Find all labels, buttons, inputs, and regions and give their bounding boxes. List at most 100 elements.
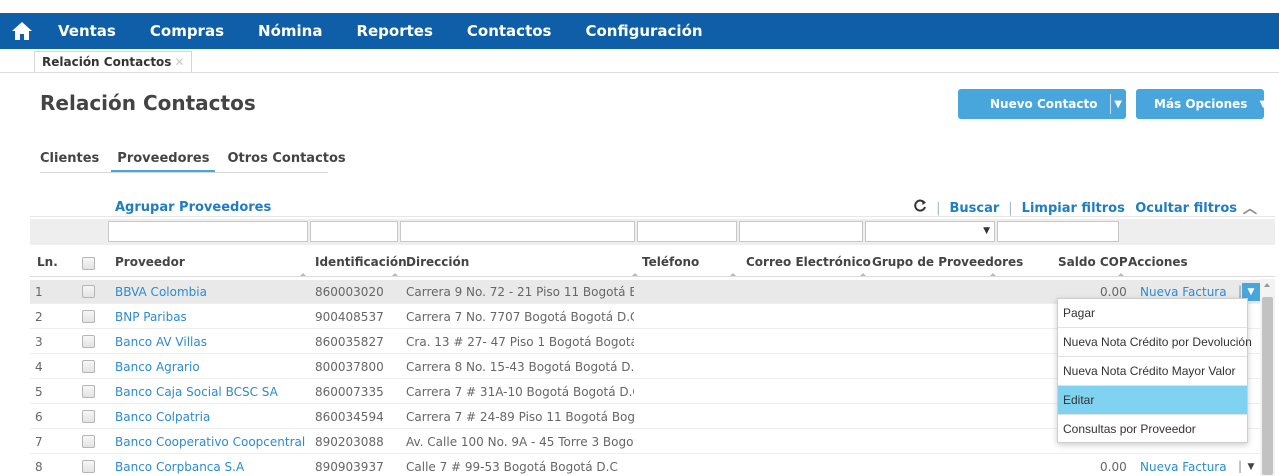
menu-item-consultas-proveedor[interactable]: Consultas por Proveedor — [1058, 415, 1247, 444]
menu-item-pagar[interactable]: Pagar — [1058, 299, 1247, 328]
hide-filters-link[interactable]: Ocultar filtros — [1135, 201, 1237, 216]
col-saldo[interactable]: Saldo COP — [1058, 255, 1128, 269]
chevron-down-icon[interactable]: ▼ — [1110, 99, 1126, 110]
row-id: 890203088 — [315, 435, 384, 449]
row-proveedor-link[interactable]: BNP Paribas — [115, 310, 187, 324]
page-tab[interactable]: Relación Contactos ✕ — [34, 51, 192, 73]
toolbar-divider — [30, 216, 1275, 217]
row-direccion: Av. Calle 100 No. 9A - 45 Torre 3 Bogotá… — [406, 435, 634, 449]
row-saldo: 0.00 — [1100, 285, 1127, 299]
row-id: 900408537 — [315, 310, 384, 324]
search-link[interactable]: Buscar — [949, 201, 999, 216]
select-all-checkbox[interactable] — [82, 257, 95, 270]
row-new-invoice-link[interactable]: Nueva Factura — [1140, 285, 1227, 299]
filter-saldo[interactable] — [997, 221, 1119, 242]
row-proveedor-link[interactable]: Banco Cooperativo Coopcentral — [115, 435, 305, 449]
menu-item-nota-credito-devolucion[interactable]: Nueva Nota Crédito por Devolución — [1058, 328, 1252, 357]
row-id: 860003020 — [315, 285, 384, 299]
row-direccion: Carrera 7 # 31A-10 Bogotá Bogotá D.C — [406, 385, 634, 399]
new-contact-button[interactable]: Nuevo Contacto ▼ — [958, 89, 1126, 119]
filter-grupo-select[interactable]: ▼ — [865, 221, 995, 242]
menu-item-editar[interactable]: Editar — [1058, 386, 1247, 415]
filter-correo[interactable] — [739, 221, 863, 242]
row-checkbox[interactable] — [82, 360, 95, 373]
more-options-button[interactable]: Más Opciones ▼ — [1136, 89, 1267, 119]
row-checkbox[interactable] — [82, 310, 95, 323]
table-row[interactable]: 8 Banco Corpbanca S.A 890903937 Calle 7 … — [30, 455, 1260, 476]
page-tab-label: Relación Contactos — [42, 55, 172, 69]
tab-otros-contactos[interactable]: Otros Contactos — [227, 151, 351, 172]
filter-proveedor[interactable] — [108, 221, 308, 242]
home-icon[interactable] — [0, 13, 44, 49]
row-proveedor-link[interactable]: Banco Colpatria — [115, 410, 210, 424]
row-id: 890903937 — [315, 460, 384, 474]
col-proveedor[interactable]: Proveedor — [115, 255, 185, 269]
row-checkbox[interactable] — [82, 410, 95, 423]
tab-proveedores[interactable]: Proveedores — [111, 151, 216, 172]
section-tabs-divider — [40, 172, 328, 173]
col-acciones: Acciones — [1128, 255, 1188, 269]
chevron-down-icon[interactable]: ▼ — [1259, 99, 1267, 110]
col-ln[interactable]: Ln. — [37, 255, 58, 269]
col-grupo[interactable]: Grupo de Proveedores — [872, 255, 1023, 269]
filter-direccion[interactable] — [400, 221, 635, 242]
row-id: 860034594 — [315, 410, 384, 424]
row-direccion: Carrera 7 # 24-89 Piso 11 Bogotá Bogotá.… — [406, 410, 634, 424]
header-divider — [30, 276, 1275, 277]
row-checkbox[interactable] — [82, 335, 95, 348]
nav-ventas[interactable]: Ventas — [58, 22, 116, 40]
refresh-icon[interactable] — [913, 199, 927, 217]
col-telefono[interactable]: Teléfono — [642, 255, 699, 269]
row-direccion: Carrera 8 No. 15-43 Bogotá Bogotá D.C — [406, 360, 634, 374]
row-id: 860035827 — [315, 335, 384, 349]
row-direccion: Cra. 13 # 27- 47 Piso 1 Bogotá Bogotá D.… — [406, 335, 634, 349]
chevron-up-icon[interactable]: ︿ — [1243, 198, 1257, 218]
nav-configuracion[interactable]: Configuración — [585, 22, 702, 40]
row-direccion: Carrera 9 No. 72 - 21 Piso 11 Bogotá Bog… — [406, 285, 634, 299]
row-ln: 2 — [35, 310, 43, 324]
scroll-up-icon[interactable] — [1264, 283, 1270, 287]
nav-compras[interactable]: Compras — [150, 22, 224, 40]
menu-item-nota-credito-mayor-valor[interactable]: Nueva Nota Crédito Mayor Valor — [1058, 357, 1247, 386]
more-options-label: Más Opciones — [1154, 97, 1248, 111]
clear-filters-link[interactable]: Limpiar filtros — [1022, 201, 1125, 216]
filter-telefono[interactable] — [637, 221, 737, 242]
row-checkbox[interactable] — [82, 285, 95, 298]
toolbar-separator: | — [1008, 200, 1013, 216]
nav-contactos[interactable]: Contactos — [467, 22, 552, 40]
row-saldo: 0.00 — [1100, 460, 1127, 474]
chevron-down-icon[interactable]: ▼ — [1242, 458, 1260, 476]
nav-reportes[interactable]: Reportes — [356, 22, 432, 40]
row-checkbox[interactable] — [82, 435, 95, 448]
row-proveedor-link[interactable]: BBVA Colombia — [115, 285, 207, 299]
col-direccion[interactable]: Dirección — [406, 255, 469, 269]
row-ln: 8 — [35, 460, 43, 474]
row-checkbox[interactable] — [82, 460, 95, 473]
row-checkbox[interactable] — [82, 385, 95, 398]
row-proveedor-link[interactable]: Banco Corpbanca S.A — [115, 460, 244, 474]
tab-clientes[interactable]: Clientes — [40, 151, 105, 172]
filter-row: ▼ — [30, 219, 1275, 245]
row-proveedor-link[interactable]: Banco Caja Social BCSC SA — [115, 385, 278, 399]
row-proveedor-link[interactable]: Banco AV Villas — [115, 335, 207, 349]
row-ln: 4 — [35, 360, 43, 374]
section-tabs: Clientes Proveedores Otros Contactos — [40, 151, 364, 172]
toolbar-separator: | — [936, 200, 941, 216]
close-icon[interactable]: ✕ — [174, 55, 184, 73]
row-ln: 6 — [35, 410, 43, 424]
nav-nomina[interactable]: Nómina — [258, 22, 322, 40]
group-providers-link[interactable]: Agrupar Proveedores — [115, 200, 271, 215]
row-proveedor-link[interactable]: Banco Agrario — [115, 360, 200, 374]
top-nav: Ventas Compras Nómina Reportes Contactos… — [0, 13, 1279, 49]
filter-identificacion[interactable] — [310, 221, 398, 242]
scroll-thumb[interactable] — [1262, 297, 1273, 475]
tab-divider — [0, 72, 1279, 73]
row-new-invoice-link[interactable]: Nueva Factura — [1140, 460, 1227, 474]
new-contact-label: Nuevo Contacto — [990, 97, 1098, 111]
col-identificacion[interactable]: Identificación — [315, 255, 407, 269]
row-direccion: Calle 7 # 99-53 Bogotá Bogotá D.C — [406, 460, 618, 474]
row-ln: 5 — [35, 385, 43, 399]
col-correo[interactable]: Correo Electrónico — [746, 255, 871, 269]
row-direccion: Carrera 7 No. 7707 Bogotá Bogotá D.C — [406, 310, 634, 324]
vertical-scrollbar[interactable] — [1260, 279, 1275, 476]
